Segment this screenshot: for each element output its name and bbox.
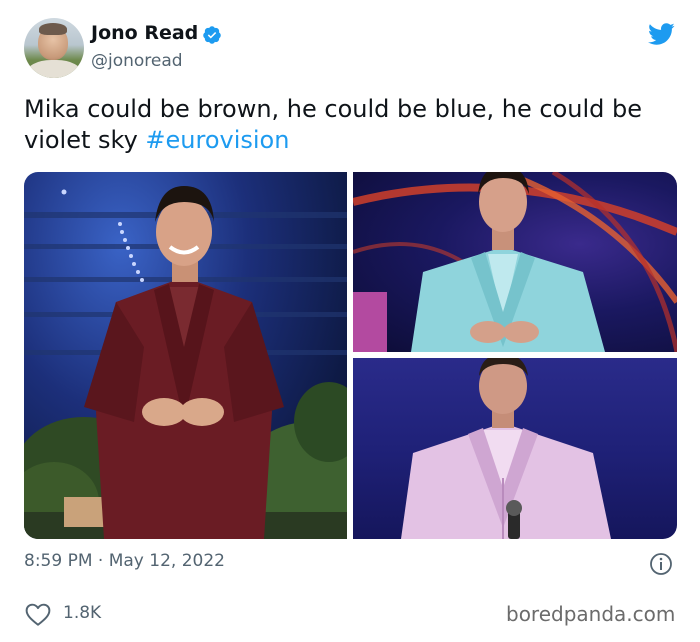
user-name[interactable]: Jono Read — [91, 22, 198, 44]
like-count: 1.8K — [63, 603, 102, 623]
photo-pink-suit[interactable] — [353, 358, 677, 539]
verified-badge-icon — [203, 26, 221, 44]
media-grid — [24, 172, 677, 539]
tweet-body: Mika could be brown, he could be blue, h… — [24, 95, 643, 154]
photo-pink-suit-art — [401, 358, 611, 539]
photo-blue-suit[interactable] — [353, 172, 677, 352]
avatar-shirt — [26, 60, 82, 78]
avatar[interactable] — [24, 18, 84, 78]
tweet-text: Mika could be brown, he could be blue, h… — [24, 94, 674, 156]
user-handle[interactable]: @jonoread — [91, 51, 183, 71]
photo-blue-suit-art — [353, 172, 677, 352]
avatar-hair — [39, 23, 67, 35]
heart-icon[interactable] — [25, 603, 51, 627]
twitter-bird-icon[interactable] — [645, 20, 677, 48]
timestamp[interactable]: 8:59 PM · May 12, 2022 — [24, 551, 225, 571]
photo-burgundy-suit-art — [24, 186, 347, 539]
source-watermark: boredpanda.com — [506, 602, 676, 626]
photo-burgundy-suit[interactable] — [24, 172, 347, 539]
info-icon[interactable] — [649, 552, 673, 576]
hashtag-link[interactable]: #eurovision — [145, 126, 289, 154]
